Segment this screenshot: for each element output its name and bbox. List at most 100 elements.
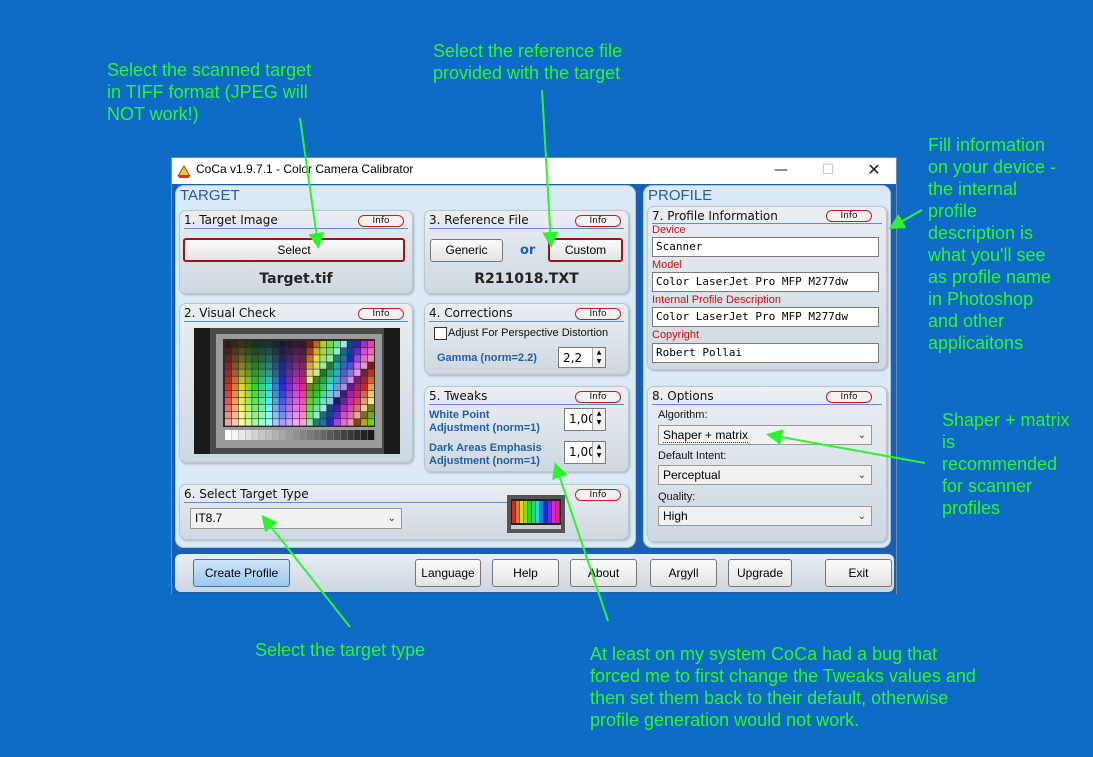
target-preview-image [194,328,400,454]
quality-value: High [663,509,688,523]
copyright-field[interactable]: Robert Pollai [652,343,879,363]
divider [184,321,408,322]
divider [184,228,408,229]
intent-select[interactable]: Perceptual ⌄ [658,465,872,485]
reference-filename: R211018.TXT [474,271,579,287]
perspective-checkbox[interactable] [434,327,447,340]
target-type-title: 6. Select Target Type [184,487,309,501]
close-button[interactable]: ✕ [851,158,897,184]
target-image-info-button[interactable]: Info [358,215,404,227]
divider [429,321,624,322]
coca-app-icon [177,165,191,178]
white-point-spinner[interactable]: 1,00 ▲ ▼ [564,408,606,431]
annotation-reference-file: Select the reference file provided with … [433,41,623,83]
reference-file-info-button[interactable]: Info [575,215,621,227]
spinner-arrows[interactable]: ▲ ▼ [592,442,605,463]
intent-value: Perceptual [663,468,721,482]
chevron-down-icon: ⌄ [387,513,396,524]
minimize-button[interactable]: — [758,158,804,184]
annotation-bug-note: At least on my system CoCa had a bug tha… [590,644,976,730]
maximize-button[interactable]: ☐ [805,158,851,184]
visual-check-panel: 2. Visual Check Info [179,303,413,463]
client-area: TARGET 1. Target Image Info Select Targe… [172,184,896,594]
divider [652,404,882,405]
quality-label: Quality: [658,491,696,503]
perspective-label: Adjust For Perspective Distortion [448,327,609,339]
chevron-down-icon: ⌄ [857,470,866,481]
algorithm-label: Algorithm: [658,409,708,421]
gamma-label: Gamma (norm=2.2) [437,352,537,364]
target-type-value: IT8.7 [195,511,223,525]
divider [429,228,624,229]
white-point-label-2: Adjustment (norm=1) [429,422,540,434]
tweaks-panel: 5. Tweaks Info White Point Adjustment (n… [424,386,629,472]
generic-button[interactable]: Generic [430,239,503,262]
target-image-title: 1. Target Image [184,213,278,227]
create-profile-button[interactable]: Create Profile [193,559,290,587]
upgrade-button[interactable]: Upgrade [728,559,792,587]
dark-areas-label-1: Dark Areas Emphasis [429,442,542,454]
spinner-arrows[interactable]: ▲ ▼ [592,348,605,367]
options-title: 8. Options [652,389,714,403]
custom-button[interactable]: Custom [548,238,623,262]
coca-window: CoCa v1.9.7.1 - Color Camera Calibrator … [171,157,897,594]
quality-select[interactable]: High ⌄ [658,506,872,526]
annotation-shaper: Shaper + matrix is recommended for scann… [942,410,1070,518]
spinner-arrows[interactable]: ▲ ▼ [592,409,605,430]
target-image-panel: 1. Target Image Info Select Target.tif [179,210,413,294]
target-type-select[interactable]: IT8.7 ⌄ [190,508,402,529]
tweaks-title: 5. Tweaks [429,389,488,403]
select-target-button[interactable]: Select [183,238,405,262]
divider [184,502,508,503]
tweaks-info-button[interactable]: Info [575,391,621,403]
annotation-target-type: Select the target type [255,640,426,660]
dark-areas-spinner[interactable]: 1,00 ▲ ▼ [564,441,606,464]
options-panel: 8. Options Info Algorithm: Shaper + matr… [647,386,887,542]
description-label: Internal Profile Description [652,294,782,306]
model-label: Model [652,259,682,271]
target-section: TARGET 1. Target Image Info Select Targe… [175,185,636,548]
reference-file-panel: 3. Reference File Info Generic or Custom… [424,210,629,294]
annotation-scanned-target: Select the scanned target in TIFF format… [107,60,312,124]
window-title: CoCa v1.9.7.1 - Color Camera Calibrator [196,162,414,176]
target-filename: Target.tif [259,271,333,287]
options-info-button[interactable]: Info [826,391,872,403]
gamma-spinner[interactable]: 2,2 ▲ ▼ [558,347,606,368]
intent-label: Default Intent: [658,450,727,462]
language-button[interactable]: Language [415,559,481,587]
help-button[interactable]: Help [492,559,559,587]
algorithm-select[interactable]: Shaper + matrix ⌄ [658,425,872,445]
profile-info-button[interactable]: Info [826,210,872,222]
device-field[interactable]: Scanner [652,237,879,257]
device-label: Device [652,224,686,236]
annotation-fill-info: Fill information on your device - the in… [928,135,1057,353]
visual-check-title: 2. Visual Check [184,306,276,320]
description-field[interactable]: Color LaserJet Pro MFP M277dw [652,307,879,327]
reference-file-title: 3. Reference File [429,213,529,227]
corrections-title: 4. Corrections [429,306,513,320]
bottom-toolbar: Create Profile Language Help About Argyl… [175,554,894,592]
corrections-panel: 4. Corrections Info Adjust For Perspecti… [424,303,629,375]
gamma-value: 2,2 [563,351,583,365]
divider [429,404,624,405]
model-field[interactable]: Color LaserJet Pro MFP M277dw [652,272,879,292]
dark-areas-label-2: Adjustment (norm=1) [429,455,540,467]
corrections-info-button[interactable]: Info [575,308,621,320]
about-button[interactable]: About [570,559,637,587]
argyll-button[interactable]: Argyll [650,559,717,587]
chevron-down-icon: ⌄ [857,511,866,522]
profile-info-panel: 7. Profile Information Info Device Scann… [647,206,887,370]
algorithm-value: Shaper + matrix [663,428,749,443]
title-bar: CoCa v1.9.7.1 - Color Camera Calibrator … [172,158,896,184]
copyright-label: Copyright [652,329,700,341]
chevron-down-icon: ⌄ [857,430,866,441]
target-type-info-button[interactable]: Info [575,489,621,501]
divider [652,223,882,224]
profile-section: PROFILE 7. Profile Information Info Devi… [643,185,891,548]
target-heading: TARGET [180,187,240,204]
white-point-label-1: White Point [429,409,490,421]
profile-info-title: 7. Profile Information [652,209,778,223]
profile-heading: PROFILE [648,187,713,204]
exit-button[interactable]: Exit [825,559,892,587]
visual-check-info-button[interactable]: Info [358,308,404,320]
